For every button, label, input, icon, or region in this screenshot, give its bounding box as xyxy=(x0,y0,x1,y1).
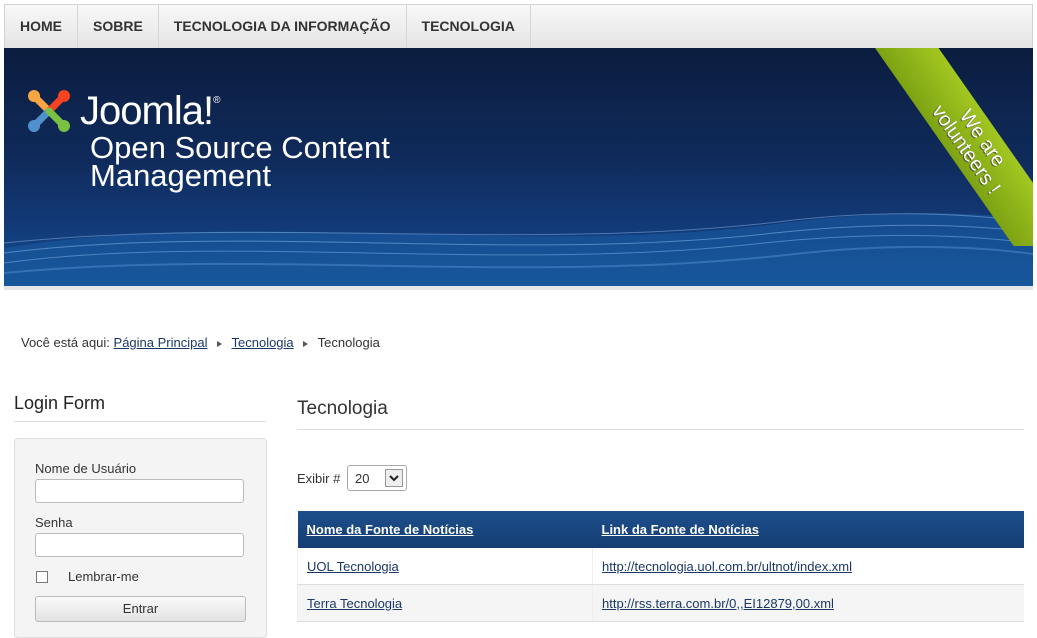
feed-url-link[interactable]: http://rss.terra.com.br/0,,EI12879,00.xm… xyxy=(602,596,834,611)
joomla-logo[interactable]: Joomla!® xyxy=(26,88,221,134)
breadcrumb-current: Tecnologia xyxy=(317,335,380,350)
breadcrumb-link-tecnologia[interactable]: Tecnologia xyxy=(232,335,294,350)
breadcrumb-prefix: Você está aqui: xyxy=(21,335,110,350)
breadcrumb: Você está aqui: Página Principal Tecnolo… xyxy=(21,335,380,350)
site-tagline: Open Source Content Management xyxy=(90,130,390,193)
table-cell-link: http://rss.terra.com.br/0,,EI12879,00.xm… xyxy=(592,584,1024,622)
top-nav: HOME SOBRE TECNOLOGIA DA INFORMAÇÃO TECN… xyxy=(4,4,1033,48)
username-label: Nome de Usuário xyxy=(35,461,137,476)
breadcrumb-arrow-icon xyxy=(217,340,223,347)
table-cell-name: Terra Tecnologia xyxy=(297,584,593,622)
ribbon-band: We are volunteers ! xyxy=(860,48,1033,246)
chevron-down-icon[interactable] xyxy=(385,469,403,487)
table-row: UOL Tecnologia http://tecnologia.uol.com… xyxy=(297,548,1024,585)
display-count-select[interactable]: 20 xyxy=(347,465,407,491)
display-count-label: Exibir # xyxy=(297,471,341,486)
joomla-logo-icon xyxy=(28,90,70,132)
header-banner: Joomla!® Open Source Content Management … xyxy=(4,48,1033,286)
ribbon-text: We are volunteers ! xyxy=(927,101,1010,199)
table-cell-link: http://tecnologia.uol.com.br/ultnot/inde… xyxy=(592,548,1024,585)
column-header-link[interactable]: Link da Fonte de Notícias xyxy=(592,511,1024,548)
column-header-name[interactable]: Nome da Fonte de Notícias xyxy=(297,511,593,548)
login-submit-button[interactable]: Entrar xyxy=(35,596,246,622)
login-form: Nome de Usuário Senha Lembrar-me Entrar xyxy=(14,438,267,638)
news-feeds-table: Nome da Fonte de Notícias Link da Fonte … xyxy=(297,511,1024,622)
remember-me-checkbox[interactable] xyxy=(36,571,48,583)
display-count-value: 20 xyxy=(355,471,370,486)
feed-name-link[interactable]: UOL Tecnologia xyxy=(307,559,399,574)
password-input[interactable] xyxy=(35,533,244,557)
login-form-title: Login Form xyxy=(14,393,266,422)
nav-item-sobre[interactable]: SOBRE xyxy=(78,5,159,48)
breadcrumb-link-home[interactable]: Página Principal xyxy=(114,335,208,350)
feed-name-link[interactable]: Terra Tecnologia xyxy=(307,596,402,611)
page-title: Tecnologia xyxy=(297,398,1024,430)
nav-item-home[interactable]: HOME xyxy=(5,5,78,48)
logo-wordmark: Joomla! xyxy=(80,88,214,133)
nav-item-tecnologia[interactable]: TECNOLOGIA xyxy=(407,5,531,48)
banner-divider xyxy=(4,286,1033,290)
table-row: Terra Tecnologia http://rss.terra.com.br… xyxy=(297,584,1024,622)
password-label: Senha xyxy=(35,515,73,530)
feed-url-link[interactable]: http://tecnologia.uol.com.br/ultnot/inde… xyxy=(602,559,852,574)
logo-text: Joomla!® xyxy=(80,88,221,134)
remember-me-label: Lembrar-me xyxy=(68,569,139,584)
username-input[interactable] xyxy=(35,479,244,503)
volunteer-ribbon: We are volunteers ! xyxy=(856,48,1033,246)
table-header-row: Nome da Fonte de Notícias Link da Fonte … xyxy=(297,511,1024,548)
breadcrumb-arrow-icon xyxy=(303,340,309,347)
registered-mark: ® xyxy=(213,94,220,106)
nav-item-tecnologia-da-informacao[interactable]: TECNOLOGIA DA INFORMAÇÃO xyxy=(159,5,407,48)
table-cell-name: UOL Tecnologia xyxy=(297,548,593,585)
